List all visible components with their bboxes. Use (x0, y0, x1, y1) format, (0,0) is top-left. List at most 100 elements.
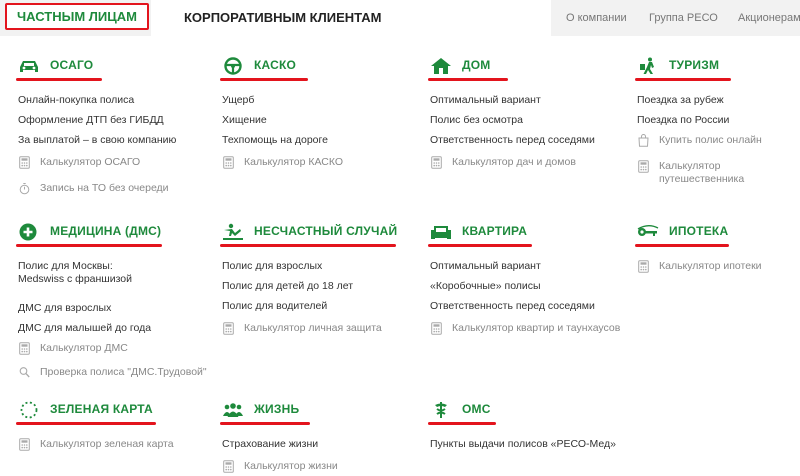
link-text: Калькулятор квартир и таунхаусов (452, 322, 621, 334)
product-link[interactable]: Оптимальный вариант (430, 94, 541, 107)
product-link[interactable]: Оптимальный вариант (430, 260, 541, 273)
steering-wheel-icon (222, 57, 244, 75)
product-link[interactable]: ДМС для взрослых (18, 302, 111, 315)
tool-link[interactable]: Проверка полиса "ДМС.Трудовой" (18, 366, 207, 379)
link-text: Калькулятор жизни (244, 460, 338, 472)
link-text: Калькулятор КАСКО (244, 156, 344, 168)
category-title[interactable]: ЖИЗНЬ (254, 402, 299, 416)
category-title[interactable]: НЕСЧАСТНЫЙ СЛУЧАЙ (254, 224, 397, 238)
dotted-circle-icon (18, 401, 40, 419)
caduceus-icon (430, 401, 452, 419)
category-title[interactable]: ИПОТЕКА (669, 224, 728, 238)
calculator-icon (19, 438, 30, 451)
tool-link[interactable]: Калькулятор путешественника (637, 160, 744, 186)
link-text: За выплатой – в свою компанию (18, 134, 177, 146)
link-text: ДМС для взрослых (18, 302, 112, 314)
category-title[interactable]: КАСКО (254, 58, 296, 72)
nav-link-shareholders[interactable]: Акционерам (738, 0, 800, 36)
nav-link-group[interactable]: Группа РЕСО (649, 0, 718, 36)
title-underline (220, 78, 308, 81)
sofa-icon (430, 223, 452, 241)
link-text: Ответственность перед соседями (430, 134, 595, 146)
product-link[interactable]: Ответственность перед соседями (430, 300, 595, 313)
stopwatch-icon (19, 182, 30, 195)
tool-link[interactable]: Калькулятор личная защита (222, 322, 382, 335)
category-title[interactable]: ОСАГО (50, 58, 93, 72)
title-underline (428, 78, 508, 81)
link-text: Оформление ДТП без ГИБДД (18, 114, 164, 126)
link-text: Полис без осмотра (430, 114, 523, 126)
category-title[interactable]: ЗЕЛЕНАЯ КАРТА (50, 402, 153, 416)
link-text: Купить полис онлайн (659, 134, 762, 146)
category-title[interactable]: МЕДИЦИНА (ДМС) (50, 224, 161, 238)
tool-link[interactable]: Калькулятор ипотеки (637, 260, 762, 273)
category-title[interactable]: ТУРИЗМ (669, 58, 719, 72)
link-text: Страхование жизни (222, 438, 319, 450)
link-text: Калькулятор путешественника (659, 160, 745, 185)
link-text: ДМС для малышей до года (18, 322, 152, 334)
product-link[interactable]: Поездка за рубеж (637, 94, 724, 107)
product-link[interactable]: «Коробочные» полисы (430, 280, 541, 293)
link-text: Калькулятор зеленая карта (40, 438, 174, 450)
product-link[interactable]: Полис без осмотра (430, 114, 523, 127)
tab-corporate-clients[interactable]: КОРПОРАТИВНЫМ КЛИЕНТАМ (151, 0, 551, 36)
link-text: Калькулятор дач и домов (452, 156, 576, 168)
title-underline (220, 244, 396, 247)
category-title[interactable]: ОМС (462, 402, 491, 416)
tool-link[interactable]: Калькулятор жизни (222, 460, 338, 473)
link-text: Полис для Москвы: Medswiss с франшизой (18, 260, 132, 285)
traveler-icon (637, 57, 659, 75)
calculator-icon (223, 460, 234, 473)
link-text: Калькулятор ипотеки (659, 260, 762, 272)
shopping-bag-icon (638, 134, 649, 147)
product-link[interactable]: Оформление ДТП без ГИБДД (18, 114, 164, 127)
product-link[interactable]: Страхование жизни (222, 438, 318, 451)
tool-link[interactable]: Калькулятор дач и домов (430, 156, 576, 169)
link-text: Пункты выдачи полисов «РЕСО-Мед» (430, 438, 616, 450)
top-navigation: ЧАСТНЫМ ЛИЦАМ КОРПОРАТИВНЫМ КЛИЕНТАМ О к… (0, 0, 800, 36)
nav-link-about[interactable]: О компании (566, 0, 627, 36)
calculator-icon (431, 322, 442, 335)
product-link[interactable]: Ущерб (222, 94, 254, 107)
title-underline (635, 78, 731, 81)
product-link[interactable]: Онлайн-покупка полиса (18, 94, 134, 107)
product-link[interactable]: ДМС для малышей до года (18, 322, 151, 335)
product-link[interactable]: Полис для детей до 18 лет (222, 280, 353, 293)
product-link[interactable]: Полис для взрослых (222, 260, 322, 273)
tab-private-clients[interactable]: ЧАСТНЫМ ЛИЦАМ (5, 3, 149, 30)
tool-link[interactable]: Калькулятор квартир и таунхаусов (430, 322, 620, 335)
category-title[interactable]: ДОМ (462, 58, 490, 72)
product-link[interactable]: Техпомощь на дороге (222, 134, 328, 147)
link-text: Проверка полиса "ДМС.Трудовой" (40, 366, 207, 378)
link-text: Техпомощь на дороге (222, 134, 328, 146)
product-link[interactable]: За выплатой – в свою компанию (18, 134, 176, 147)
tool-link[interactable]: Калькулятор ОСАГО (18, 156, 140, 169)
calculator-icon (19, 342, 30, 355)
product-link[interactable]: Полис для водителей (222, 300, 327, 313)
tool-link[interactable]: Запись на ТО без очереди (18, 182, 169, 195)
title-underline (16, 422, 156, 425)
key-icon (637, 223, 659, 241)
tool-link[interactable]: Калькулятор ДМС (18, 342, 128, 355)
link-text: Полис для взрослых (222, 260, 323, 272)
link-text: Хищение (222, 114, 267, 126)
tool-link[interactable]: Купить полис онлайн (637, 134, 762, 147)
link-text: Полис для водителей (222, 300, 328, 312)
calculator-icon (638, 160, 649, 173)
title-underline (428, 422, 496, 425)
product-link[interactable]: Хищение (222, 114, 267, 127)
link-text: Ущерб (222, 94, 255, 106)
tool-link[interactable]: Калькулятор КАСКО (222, 156, 343, 169)
link-text: Калькулятор ДМС (40, 342, 128, 354)
house-icon (430, 57, 452, 75)
category-title[interactable]: КВАРТИРА (462, 224, 527, 238)
title-underline (428, 244, 532, 247)
people-group-icon (222, 401, 244, 419)
link-text: Калькулятор ОСАГО (40, 156, 141, 168)
product-link[interactable]: Поездка по России (637, 114, 729, 127)
product-link[interactable]: Пункты выдачи полисов «РЕСО-Мед» (430, 438, 616, 451)
product-link[interactable]: Полис для Москвы: Medswiss с франшизой (18, 260, 132, 286)
product-link[interactable]: Ответственность перед соседями (430, 134, 595, 147)
calculator-icon (19, 156, 30, 169)
tool-link[interactable]: Калькулятор зеленая карта (18, 438, 174, 451)
